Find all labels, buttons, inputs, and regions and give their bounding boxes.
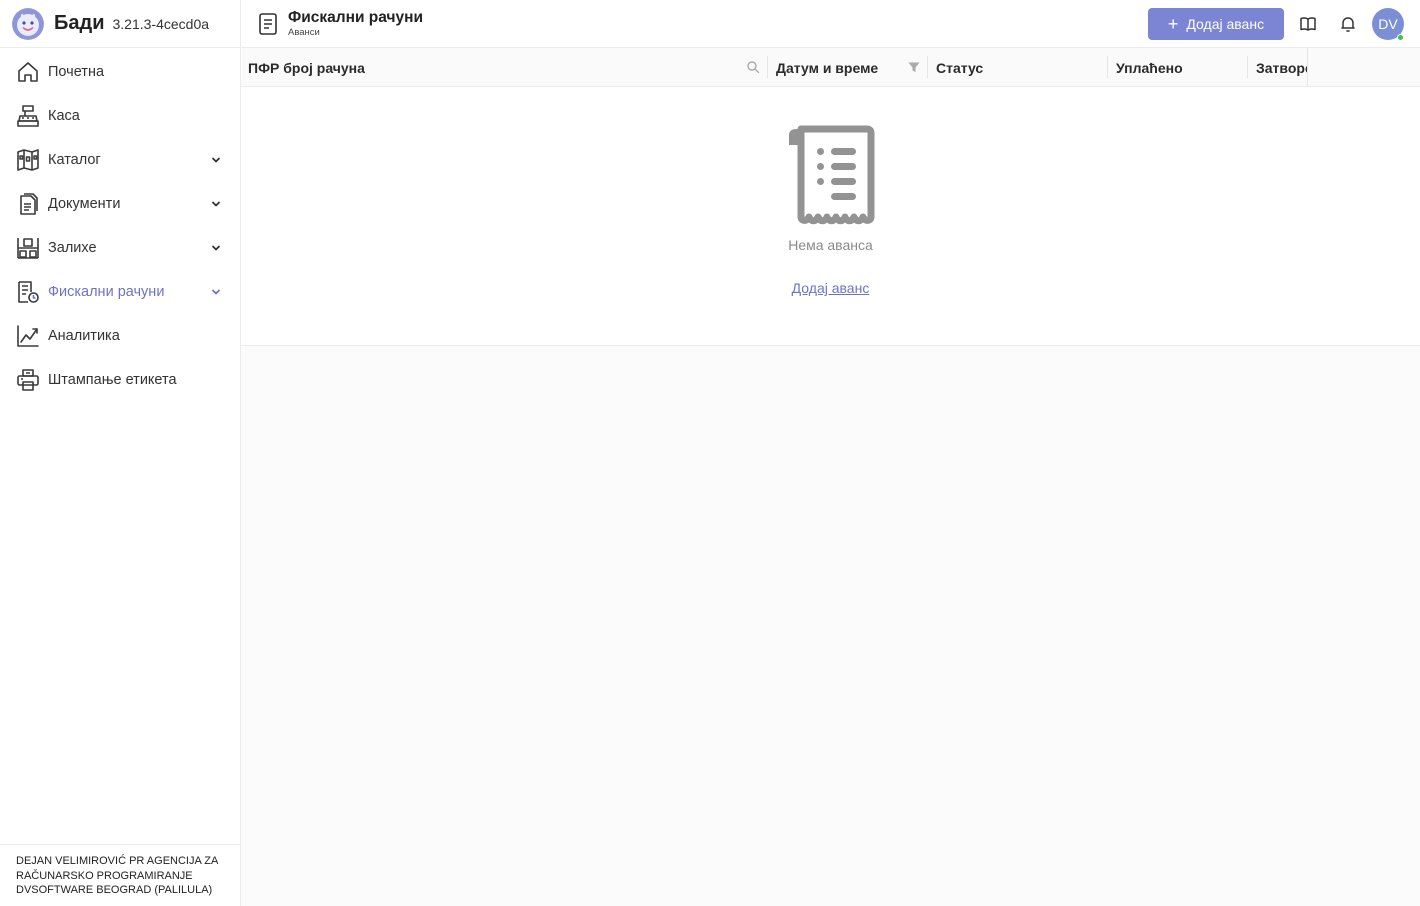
sidebar-item-catalog[interactable]: Каталог xyxy=(0,138,240,182)
sidebar-nav: Почетна Каса Каталог Документи Залихе Фи… xyxy=(0,48,240,402)
column-paid[interactable]: Уплаћено xyxy=(1116,48,1236,86)
page-subtitle: Аванси xyxy=(288,27,320,38)
sidebar-item-label: Документи xyxy=(48,196,121,212)
sidebar-item-label: Штампање етикета xyxy=(48,372,177,388)
chevron-down-icon[interactable] xyxy=(210,242,222,254)
column-separator[interactable] xyxy=(767,56,768,78)
brand-version: 3.21.3-4cecd0a xyxy=(112,15,210,32)
sidebar-item-label: Каса xyxy=(48,108,80,124)
chevron-down-icon[interactable] xyxy=(210,286,222,298)
home-icon xyxy=(18,62,38,82)
column-separator[interactable] xyxy=(1107,56,1108,78)
sidebar-item-label-printing[interactable]: Штампање етикета xyxy=(0,358,240,402)
empty-state-text: Нема аванса xyxy=(788,237,873,253)
sidebar-item-label: Аналитика xyxy=(48,328,120,344)
bell-icon[interactable] xyxy=(1339,15,1357,33)
buddy-logo-icon xyxy=(12,7,44,40)
column-separator[interactable] xyxy=(1247,56,1248,78)
receipt-icon xyxy=(259,13,277,35)
search-icon[interactable] xyxy=(746,60,760,74)
documents-icon xyxy=(20,193,38,215)
column-date-time[interactable]: Датум и време xyxy=(776,48,906,86)
plus-icon: + xyxy=(1167,14,1179,34)
add-advance-button[interactable]: + Додај аванс xyxy=(1148,8,1284,40)
add-advance-link[interactable]: Додај аванс xyxy=(241,280,1420,296)
online-status-indicator xyxy=(1397,34,1404,41)
book-icon[interactable] xyxy=(1299,15,1317,33)
page-header: Фискални рачуни Аванси + Додај аванс DV xyxy=(241,0,1420,48)
add-advance-label: Додај аванс xyxy=(1186,16,1265,32)
warehouse-icon xyxy=(17,238,39,259)
cash-register-icon xyxy=(17,105,39,127)
sidebar-item-label: Каталог xyxy=(48,152,101,168)
column-closed[interactable]: Затворе xyxy=(1256,48,1307,86)
chevron-down-icon[interactable] xyxy=(210,198,222,210)
empty-state: Нема аванса Додај аванс xyxy=(241,87,1420,346)
brand-name: Бади xyxy=(54,12,105,34)
catalog-icon xyxy=(17,149,39,171)
sidebar-item-home[interactable]: Почетна xyxy=(0,50,240,94)
printer-icon xyxy=(17,369,39,391)
sidebar-item-fiscal-receipts[interactable]: Фискални рачуни xyxy=(0,270,240,314)
chevron-down-icon[interactable] xyxy=(210,154,222,166)
column-pfr-number[interactable]: ПФР број рачуна xyxy=(248,48,728,86)
sidebar-item-label: Фискални рачуни xyxy=(48,284,165,300)
sidebar-item-warehouse[interactable]: Залихе xyxy=(0,226,240,270)
column-separator xyxy=(1307,48,1308,86)
page-title: Фискални рачуни xyxy=(288,9,424,26)
empty-receipt-icon xyxy=(789,125,875,225)
sidebar-item-label: Почетна xyxy=(48,64,105,80)
brand[interactable]: Бади 3.21.3-4cecd0a xyxy=(0,0,240,48)
analytics-icon xyxy=(17,325,39,347)
table-header: ПФР број рачуна Датум и време Статус Упл… xyxy=(241,48,1420,87)
sidebar-item-cash-register[interactable]: Каса xyxy=(0,94,240,138)
filter-icon[interactable] xyxy=(907,60,921,74)
company-name: DEJAN VELIMIROVIĆ PR AGENCIJA ZA RAČUNAR… xyxy=(0,844,240,906)
column-separator[interactable] xyxy=(927,56,928,78)
sidebar-item-documents[interactable]: Документи xyxy=(0,182,240,226)
fiscal-receipt-icon xyxy=(18,281,39,303)
sidebar-item-label: Залихе xyxy=(48,240,97,256)
sidebar-item-analytics[interactable]: Аналитика xyxy=(0,314,240,358)
column-status[interactable]: Статус xyxy=(936,48,1096,86)
sidebar: Бади 3.21.3-4cecd0a Почетна Каса Каталог… xyxy=(0,0,241,906)
